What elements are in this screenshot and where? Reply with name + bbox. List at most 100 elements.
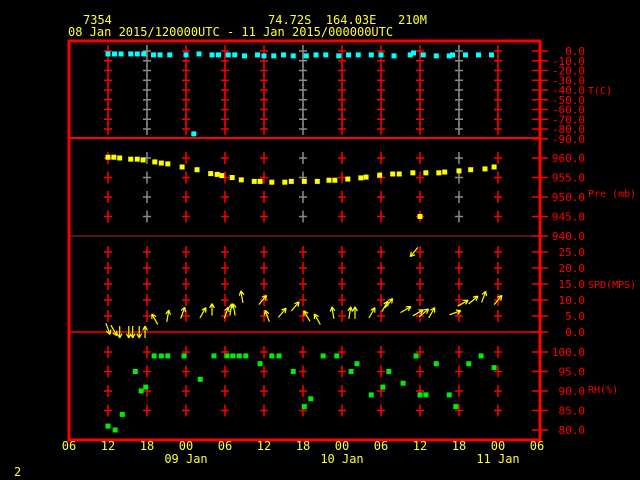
rh-point (132, 369, 138, 374)
pressure-point (105, 154, 111, 160)
date-label: 11 Jan (476, 452, 519, 466)
pressure-point (208, 171, 214, 177)
pressure-point (396, 171, 402, 177)
y-tick-label-pressure: 940.0 (552, 230, 585, 243)
temperature-point (225, 52, 231, 58)
x-tick-label: 06 (530, 439, 544, 453)
pressure-point (251, 178, 257, 184)
wind-arrow (347, 306, 354, 319)
rh-point (354, 361, 360, 367)
temperature-point (232, 52, 238, 58)
wind-arrow (238, 290, 245, 303)
y-tick-label-pressure: 955.0 (552, 172, 585, 185)
temperature-point (313, 52, 319, 58)
y-tick-label-wind: 5.0 (565, 310, 585, 323)
wind-arrow (165, 309, 172, 323)
x-tick-label: 00 (335, 439, 349, 453)
temperature-point (141, 51, 147, 57)
pressure-point (363, 174, 369, 180)
temperature-point (368, 52, 374, 58)
temperature-point (411, 50, 416, 56)
y-tick-label-pressure: 960.0 (552, 152, 585, 165)
temperature-point (281, 52, 286, 58)
temperature-point (134, 51, 140, 57)
temperature-point (290, 53, 296, 59)
temperature-point (118, 51, 124, 57)
temperature-point (128, 51, 134, 57)
wind-arrow (352, 306, 358, 319)
temperature-point (196, 51, 202, 57)
temperature-point (346, 52, 351, 58)
rh-point (446, 392, 452, 398)
wind-arrow (329, 306, 336, 319)
axis-label-pressure: Pre (mb) (588, 189, 636, 200)
temperature-point (378, 52, 384, 58)
pressure-point (436, 170, 442, 176)
x-tick-label: 18 (140, 439, 154, 453)
wind-arrow (110, 324, 118, 337)
temperature-point (489, 52, 494, 58)
temperature-point (261, 53, 267, 59)
wind-arrow (368, 307, 376, 319)
pressure-point (117, 155, 123, 161)
x-tick-label: 06 (62, 439, 76, 453)
pressure-point (288, 178, 294, 184)
x-tick-label: 18 (452, 439, 466, 453)
pressure-point (158, 160, 164, 166)
temperature-point (355, 52, 361, 58)
temperature-point (420, 52, 426, 58)
pressure-point (128, 156, 134, 162)
wind-arrow (381, 300, 389, 312)
pressure-point (332, 177, 338, 183)
pressure-point (238, 177, 244, 183)
rh-point (112, 427, 118, 433)
rh-point (433, 361, 439, 367)
rh-point (348, 369, 354, 374)
temperature-point (476, 52, 481, 58)
wind-arrow (313, 313, 321, 325)
rh-point (301, 404, 307, 410)
rh-point (119, 411, 125, 417)
rh-point (453, 404, 459, 410)
y-tick-label-wind: 20.0 (559, 262, 586, 275)
rh-point (138, 388, 144, 394)
rh-point (417, 392, 423, 398)
x-tick-label: 12 (101, 439, 115, 453)
y-tick-label-rh: 85.0 (559, 405, 586, 418)
rh-point (290, 369, 296, 374)
rh-point (308, 396, 314, 402)
temperature-point (303, 53, 309, 59)
rh-point (143, 384, 149, 390)
pressure-point (269, 179, 275, 185)
pressure-point (326, 177, 332, 183)
rh-point (466, 361, 472, 367)
pressure-point (229, 175, 235, 180)
pressure-point (442, 169, 448, 175)
rh-point (181, 353, 187, 359)
temperature-point (450, 52, 455, 58)
x-tick-label: 12 (257, 439, 271, 453)
rh-point (320, 353, 326, 359)
pressure-point (165, 161, 171, 167)
date-label: 10 Jan (320, 452, 363, 466)
pressure-point (314, 178, 320, 184)
rh-point (380, 384, 386, 390)
wind-arrow (209, 303, 215, 316)
y-tick-label-pressure: 945.0 (552, 211, 585, 224)
temperature-point (209, 52, 215, 58)
pressure-point (219, 173, 225, 179)
pressure-point (377, 172, 383, 178)
pressure-point (358, 175, 364, 181)
plot-frame (67, 39, 542, 442)
wind-arrow (151, 313, 159, 325)
temperature-point (191, 131, 197, 137)
pressure-point (134, 156, 140, 162)
temperature-point (183, 52, 189, 58)
y-tick-label-wind: 10.0 (559, 294, 586, 307)
rh-point (386, 369, 392, 374)
pressure-point (345, 176, 351, 182)
pressure-point (423, 170, 429, 176)
pressure-point (482, 166, 488, 172)
rh-point (257, 361, 263, 367)
pressure-point (179, 164, 185, 170)
